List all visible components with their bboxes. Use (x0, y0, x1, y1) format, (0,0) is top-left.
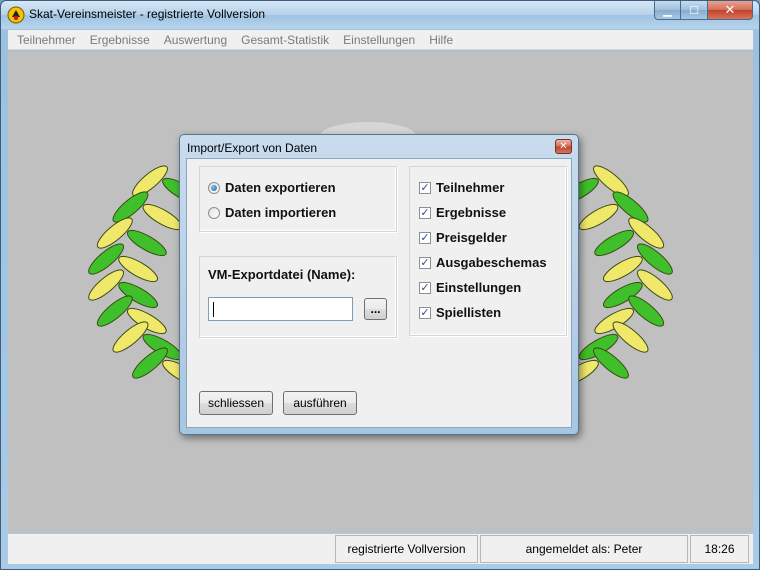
check-spiellisten[interactable]: ✓ Spiellisten (419, 305, 501, 320)
schliessen-label: schliessen (207, 396, 265, 410)
status-user: angemeldet als: Peter (480, 535, 688, 563)
minimize-button[interactable]: ▁ (654, 1, 681, 20)
menu-auswertung[interactable]: Auswertung (157, 33, 234, 47)
menu-ergebnisse[interactable]: Ergebnisse (83, 33, 157, 47)
check-preisgelder-label: Preisgelder (436, 230, 507, 245)
status-edition: registrierte Vollversion (335, 535, 478, 563)
menu-teilnehmer[interactable]: Teilnehmer (10, 33, 83, 47)
menu-bar: Teilnehmer Ergebnisse Auswertung Gesamt-… (8, 30, 753, 50)
check-ergebnisse-label: Ergebnisse (436, 205, 507, 220)
dialog-close-button[interactable]: ✕ (555, 139, 572, 154)
check-einstellungen-label: Einstellungen (436, 280, 522, 295)
browse-label: ... (370, 302, 381, 316)
dialog-title: Import/Export von Daten (187, 141, 318, 155)
check-preisgelder[interactable]: ✓ Preisgelder (419, 230, 507, 245)
radio-export[interactable]: Daten exportieren (208, 180, 336, 195)
status-time: 18:26 (690, 535, 749, 563)
menu-hilfe[interactable]: Hilfe (422, 33, 460, 47)
checkbox-ergebnisse[interactable]: ✓ (419, 206, 431, 219)
checkbox-spiellisten[interactable]: ✓ (419, 306, 431, 319)
checkbox-preisgelder[interactable]: ✓ (419, 231, 431, 244)
text-caret (213, 302, 214, 317)
radio-import-label: Daten importieren (225, 205, 337, 220)
menu-gesamt-statistik[interactable]: Gesamt-Statistik (234, 33, 336, 47)
window-controls: ▁ ☐ ✕ (654, 1, 753, 21)
app-logo-icon (7, 6, 25, 24)
radio-import[interactable]: Daten importieren (208, 205, 336, 220)
status-bar: registrierte Vollversion angemeldet als:… (8, 534, 753, 564)
dialog-body: Daten exportieren Daten importieren VM-E… (186, 158, 572, 428)
laurel-leaf (126, 229, 167, 257)
laurel-leaf (118, 255, 158, 283)
status-panel-empty (8, 535, 333, 563)
radio-import-indicator[interactable] (208, 206, 220, 219)
radio-export-label: Daten exportieren (225, 180, 336, 195)
laurel-leaf (578, 203, 619, 231)
maximize-button[interactable]: ☐ (681, 1, 708, 20)
check-ausgabeschemas-label: Ausgabeschemas (436, 255, 547, 270)
close-icon: ✕ (724, 2, 736, 17)
mode-group (199, 166, 397, 232)
browse-button[interactable]: ... (364, 298, 387, 320)
radio-export-indicator[interactable] (208, 181, 220, 194)
export-file-input[interactable] (208, 297, 353, 321)
check-teilnehmer-label: Teilnehmer (436, 180, 505, 195)
close-button[interactable]: ✕ (708, 1, 753, 20)
check-ergebnisse[interactable]: ✓ Ergebnisse (419, 205, 506, 220)
check-ausgabeschemas[interactable]: ✓ Ausgabeschemas (419, 255, 547, 270)
check-teilnehmer[interactable]: ✓ Teilnehmer (419, 180, 504, 195)
menu-einstellungen[interactable]: Einstellungen (336, 33, 422, 47)
close-icon: ✕ (559, 141, 568, 152)
ausfuehren-label: ausführen (293, 396, 347, 410)
laurel-leaf (603, 255, 643, 283)
title-bar[interactable]: Skat-Vereinsmeister - registrierte Vollv… (1, 1, 759, 29)
check-spiellisten-label: Spiellisten (436, 305, 502, 320)
import-export-dialog: Import/Export von Daten ✕ Daten exportie… (179, 134, 579, 435)
minimize-icon: ▁ (663, 4, 672, 17)
checkbox-ausgabeschemas[interactable]: ✓ (419, 256, 431, 269)
ausfuehren-button[interactable]: ausführen (283, 391, 357, 415)
schliessen-button[interactable]: schliessen (199, 391, 273, 415)
window-title: Skat-Vereinsmeister - registrierte Vollv… (29, 7, 266, 21)
maximize-icon: ☐ (689, 4, 699, 17)
laurel-leaf (594, 229, 635, 257)
export-file-label: VM-Exportdatei (Name): (208, 267, 356, 282)
check-einstellungen[interactable]: ✓ Einstellungen (419, 280, 521, 295)
checkbox-einstellungen[interactable]: ✓ (419, 281, 431, 294)
checkbox-teilnehmer[interactable]: ✓ (419, 181, 431, 194)
